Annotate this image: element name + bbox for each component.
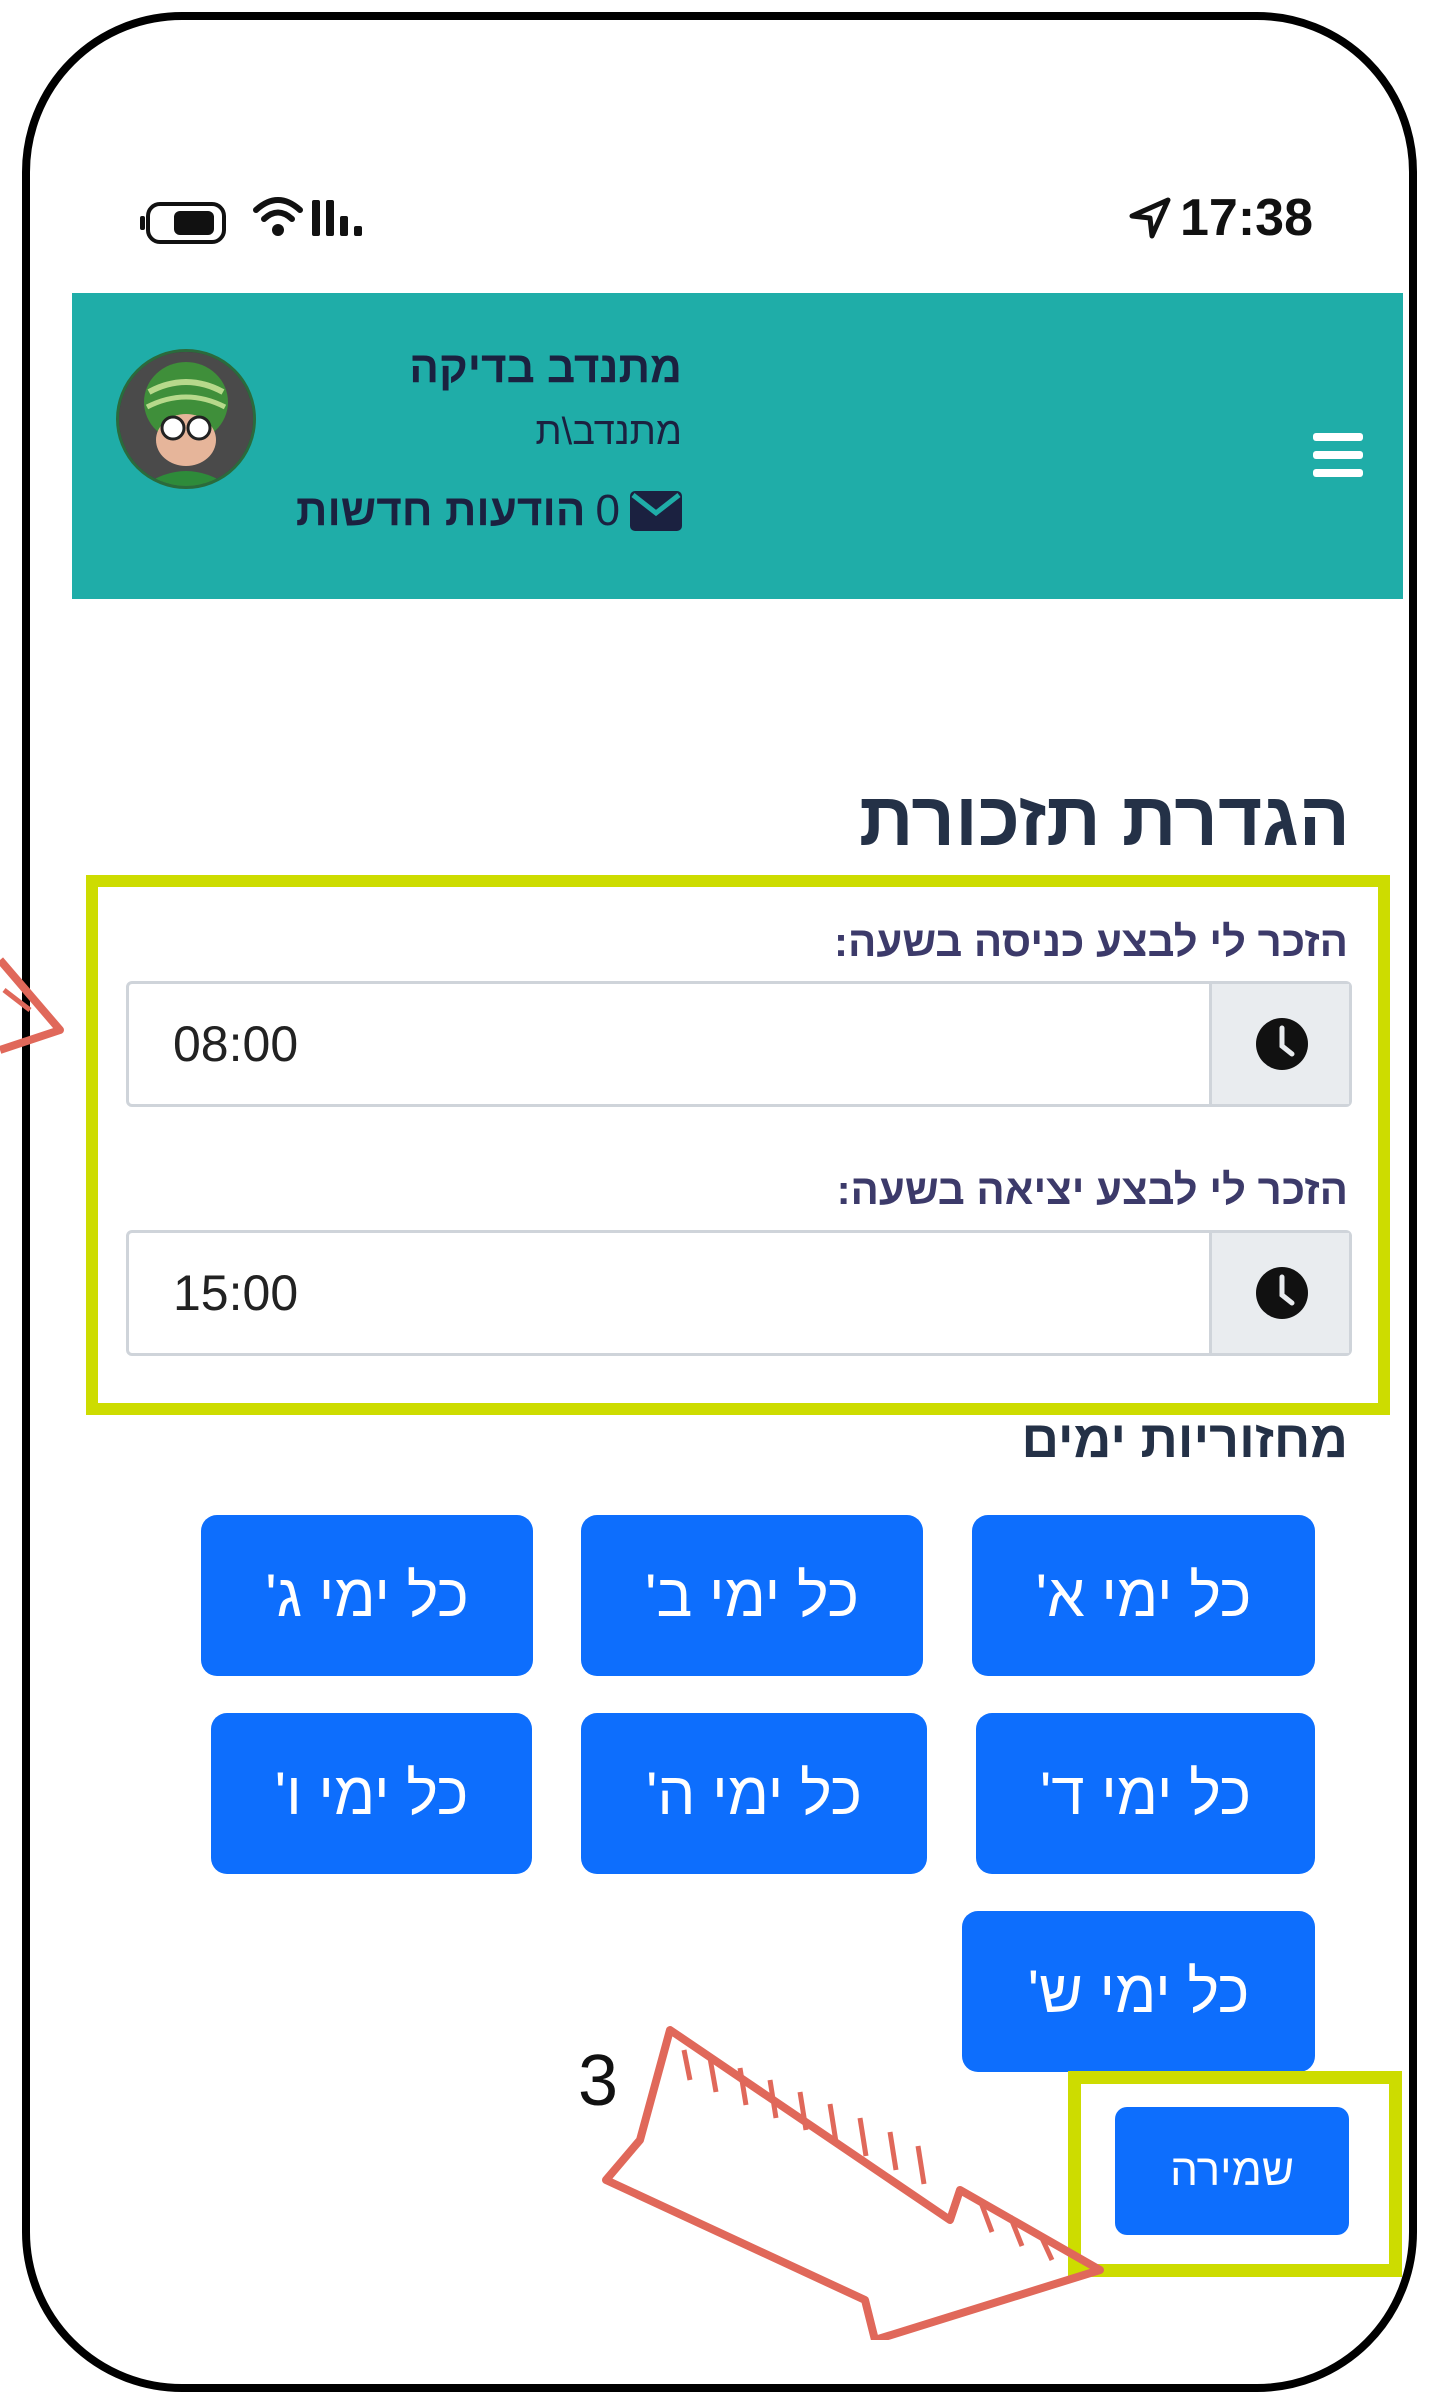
hamburger-icon[interactable] <box>1313 433 1363 477</box>
signal-icon <box>312 200 362 236</box>
clock-icon <box>1256 1018 1308 1070</box>
checkin-label: הזכר לי לבצע כניסה בשעה: <box>834 918 1348 965</box>
day-button-friday[interactable]: כל ימי ו' <box>211 1713 532 1874</box>
wifi-icon <box>253 197 303 236</box>
messages-link[interactable]: 0 הודעות חדשות <box>168 481 682 541</box>
annotation-arrow-fragment-icon <box>0 957 64 1054</box>
checkin-clock-addon[interactable] <box>1209 984 1349 1104</box>
checkin-time-group <box>126 981 1352 1107</box>
day-button-thursday[interactable]: כל ימי ה' <box>581 1713 927 1874</box>
day-button-wednesday[interactable]: כל ימי ד' <box>976 1713 1315 1874</box>
messages-label: הודעות חדשות <box>295 486 586 535</box>
status-time: 17:38 <box>1180 189 1313 247</box>
location-arrow-icon <box>1129 197 1171 239</box>
checkout-time-group <box>126 1230 1352 1356</box>
checkout-clock-addon[interactable] <box>1209 1233 1349 1353</box>
app-header: מתנדב בדיקה מתנדב\ת 0 הודעות חדשות <box>72 293 1403 599</box>
day-button-sunday[interactable]: כל ימי א' <box>972 1515 1315 1676</box>
user-name: מתנדב בדיקה <box>409 343 682 392</box>
battery-icon <box>140 202 226 244</box>
clock-icon <box>1256 1267 1308 1319</box>
day-button-monday[interactable]: כל ימי ב' <box>581 1515 923 1676</box>
status-bar: 17:38 <box>0 0 1439 260</box>
messages-count: 0 <box>595 486 620 535</box>
day-button-tuesday[interactable]: כל ימי ג' <box>201 1515 533 1676</box>
user-role: מתנדב\ת <box>535 411 682 453</box>
save-button[interactable]: שמירה <box>1115 2107 1349 2235</box>
checkin-time-input[interactable] <box>129 984 1211 1104</box>
envelope-icon <box>630 491 682 531</box>
page-title: הגדרת תזכורת <box>858 777 1350 862</box>
checkout-label: הזכר לי לבצע יציאה בשעה: <box>836 1166 1348 1213</box>
checkout-time-input[interactable] <box>129 1233 1211 1353</box>
annotation-arrow-icon <box>602 2026 1104 2340</box>
days-section-title: מחזוריות ימים <box>1021 1411 1348 1469</box>
